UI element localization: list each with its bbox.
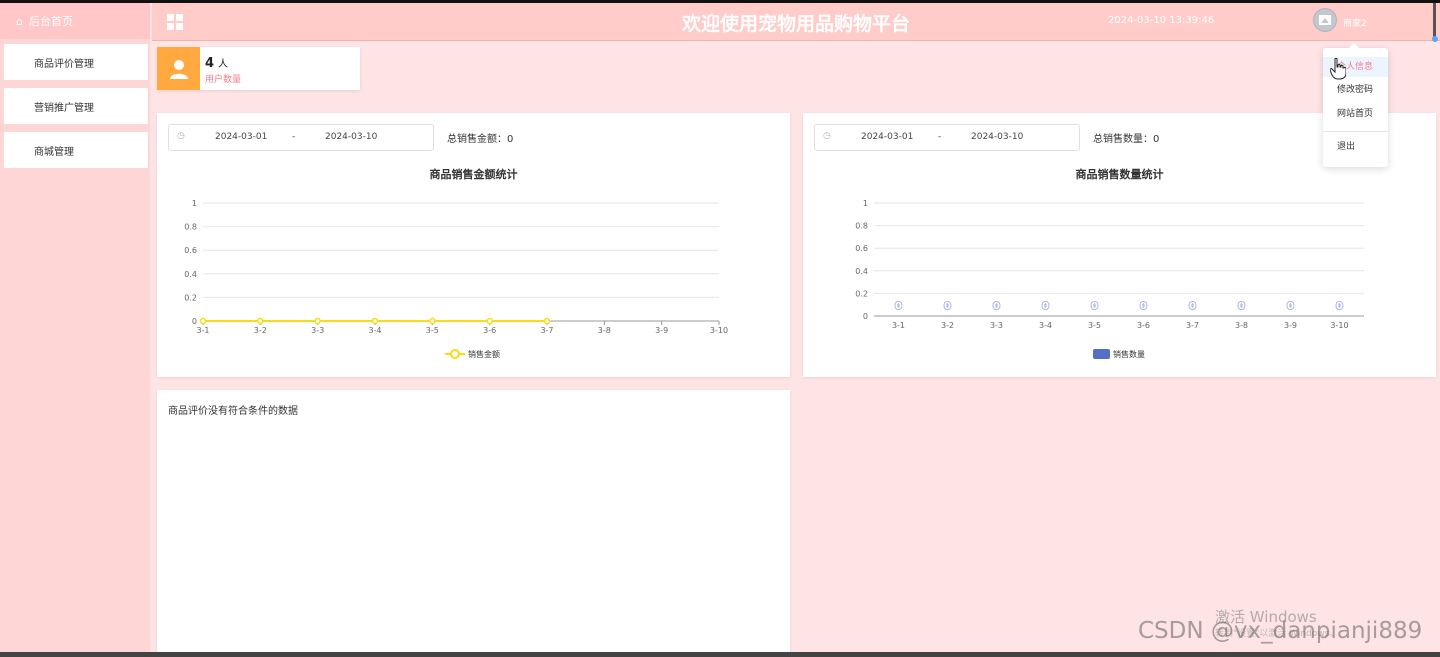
y-tick-label: 0.8 bbox=[184, 223, 197, 232]
menu-divider bbox=[1323, 131, 1388, 132]
sidebar-home-link[interactable]: ⌂ 后台首页 bbox=[0, 3, 150, 39]
x-tick-label: 3-9 bbox=[1284, 321, 1297, 330]
x-tick-label: 3-1 bbox=[196, 326, 209, 335]
y-tick-label: 1 bbox=[192, 199, 197, 208]
x-tick-label: 3-5 bbox=[1088, 321, 1101, 330]
data-point bbox=[429, 317, 436, 325]
csdn-watermark: CSDN @vx_danpianji889 bbox=[1138, 618, 1423, 644]
sidebar-item-marketing[interactable]: 营销推广管理 bbox=[4, 88, 148, 124]
bar-data-label: 0 bbox=[895, 301, 902, 312]
legend-label: 销售金额 bbox=[468, 349, 500, 359]
avatar[interactable] bbox=[1313, 8, 1337, 32]
legend-label: 销售数量 bbox=[1113, 349, 1145, 359]
x-tick-label: 3-2 bbox=[941, 321, 954, 330]
bottom-border bbox=[0, 652, 1440, 657]
x-tick-label: 3-8 bbox=[1235, 321, 1248, 330]
y-tick-label: 1 bbox=[863, 199, 868, 208]
sales-amount-chart: 0 0.2 0.4 0.6 0.8 1 3-1 3-2 3-3 3-4 3-5 3-6 3-7 3-8 3-… bbox=[184, 199, 728, 359]
hand-cursor-icon bbox=[1330, 58, 1346, 80]
sidebar-item-label: 商品评价管理 bbox=[34, 58, 94, 70]
page-title: 欢迎使用宠物用品购物平台 bbox=[681, 13, 910, 35]
y-tick-label: 0.2 bbox=[184, 293, 197, 302]
header-datetime: 2024-03-10 13:39:46 bbox=[1108, 15, 1215, 26]
x-tick-label: 3-3 bbox=[311, 326, 324, 335]
x-tick-label: 3-6 bbox=[483, 326, 496, 335]
bar-data-label: 0 bbox=[1238, 301, 1245, 312]
bar-data-label: 0 bbox=[1189, 301, 1196, 312]
x-tick-label: 3-4 bbox=[368, 326, 381, 335]
data-point bbox=[371, 317, 379, 325]
x-tick-label: 3-4 bbox=[1039, 321, 1052, 330]
y-tick-label: 0 bbox=[863, 312, 868, 321]
x-tick-label: 3-8 bbox=[598, 326, 611, 335]
sidebar-item-review[interactable]: 商品评价管理 bbox=[4, 44, 148, 80]
legend-swatch bbox=[1093, 349, 1110, 359]
x-tick-label: 3-1 bbox=[892, 321, 905, 330]
home-icon: ⌂ bbox=[16, 14, 23, 28]
y-tick-label: 0.8 bbox=[855, 222, 868, 231]
x-tick-label: 3-10 bbox=[710, 326, 728, 335]
data-point bbox=[199, 317, 207, 325]
empty-state-text: 商品评价没有符合条件的数据 bbox=[168, 406, 298, 417]
user-count-label: 用户数量 bbox=[205, 75, 242, 85]
header-username[interactable]: 商家2 bbox=[1343, 16, 1367, 29]
y-tick-label: 0.4 bbox=[855, 267, 868, 276]
sidebar: ⌂ 后台首页 商品评价管理 营销推广管理 商城管理 bbox=[0, 3, 150, 652]
user-count-value: 4人 bbox=[205, 56, 229, 71]
user-icon bbox=[157, 47, 200, 90]
sales-amount-panel: ◷ 2024-03-01 - 2024-03-10 总销售金额：0 商品销售金额… bbox=[157, 113, 790, 377]
bar-data-label: 0 bbox=[1042, 301, 1049, 312]
sidebar-item-mall[interactable]: 商城管理 bbox=[4, 132, 148, 168]
sidebar-item-label: 商城管理 bbox=[34, 146, 74, 158]
bar-data-label: 0 bbox=[1287, 301, 1294, 312]
sidebar-home-label: 后台首页 bbox=[28, 15, 73, 28]
header: 欢迎使用宠物用品购物平台 2024-03-10 13:39:46 商家2 bbox=[152, 3, 1440, 43]
data-point bbox=[257, 317, 264, 325]
x-tick-label: 3-10 bbox=[1330, 321, 1348, 330]
menu-item-change-password[interactable]: 修改密码 bbox=[1323, 80, 1388, 100]
bar-data-label: 0 bbox=[1140, 301, 1147, 312]
data-point bbox=[543, 317, 551, 325]
image-icon bbox=[1319, 15, 1331, 25]
y-tick-label: 0.2 bbox=[855, 289, 868, 298]
x-tick-label: 3-6 bbox=[1137, 321, 1150, 330]
y-tick-label: 0.6 bbox=[184, 246, 197, 255]
y-tick-label: 0 bbox=[192, 317, 197, 326]
data-point bbox=[314, 317, 321, 325]
x-tick-label: 3-7 bbox=[1186, 321, 1199, 330]
x-tick-label: 3-7 bbox=[540, 326, 553, 335]
x-tick-label: 3-9 bbox=[655, 326, 668, 335]
review-panel: 商品评价没有符合条件的数据 bbox=[157, 390, 790, 652]
bar-data-label: 0 bbox=[1336, 301, 1343, 312]
user-count-unit: 人 bbox=[218, 59, 229, 70]
menu-item-logout[interactable]: 退出 bbox=[1323, 137, 1388, 157]
y-tick-label: 0.6 bbox=[855, 244, 868, 253]
bar-data-label: 0 bbox=[944, 301, 951, 312]
scroll-indicator[interactable] bbox=[1432, 3, 1438, 43]
sidebar-item-label: 营销推广管理 bbox=[34, 102, 94, 114]
menu-item-site-home[interactable]: 网站首页 bbox=[1323, 104, 1388, 124]
x-tick-label: 3-5 bbox=[426, 326, 439, 335]
x-tick-label: 3-2 bbox=[254, 326, 267, 335]
bar-data-label: 0 bbox=[993, 301, 1000, 312]
data-point bbox=[486, 317, 493, 325]
y-tick-label: 0.4 bbox=[184, 270, 197, 279]
legend-marker bbox=[450, 349, 460, 359]
bar-data-label: 0 bbox=[1091, 301, 1098, 312]
x-tick-label: 3-3 bbox=[990, 321, 1003, 330]
user-count-card: 4人 用户数量 bbox=[157, 47, 360, 90]
